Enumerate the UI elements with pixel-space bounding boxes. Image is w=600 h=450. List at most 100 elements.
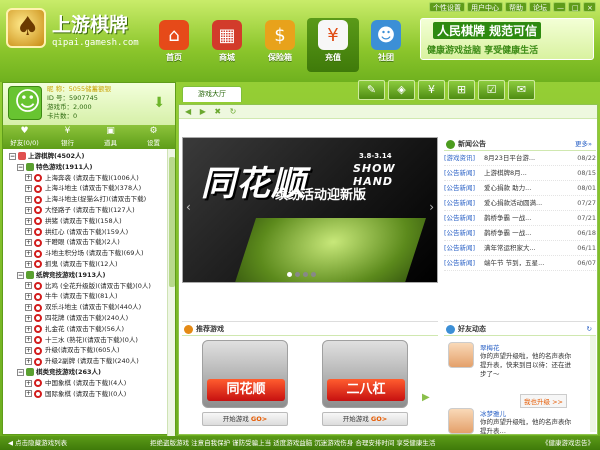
tree-game-item[interactable]: + 十三水 (熟花)(请双击下载)(0人) [9,335,175,346]
banner-dot[interactable] [311,272,316,277]
tab-bank[interactable]: ¥ 银行 [46,125,89,149]
tab-friends[interactable]: ♥ 好友(0/0) [3,125,46,149]
game-card[interactable]: 二八杠 开始游戏 GO> [322,340,412,430]
mail-icon[interactable]: ✉ [508,80,535,100]
banner-dot[interactable] [295,272,300,277]
tree-game-item[interactable]: + 拱猪 (请双击下载)(158人) [9,216,175,227]
expand-icon[interactable]: + [25,293,32,301]
tree-game-item[interactable]: + 斗地主积分场 (请双击下载)(69人) [9,248,175,259]
expand-icon[interactable]: + [25,379,32,387]
expand-icon[interactable]: + [25,217,32,225]
tree-game-item[interactable]: + 上海斗地主(捉猫么打)(请双击下载) [9,194,175,205]
news-item[interactable]: [游戏资讯] 8月23日平台游... 08/22 [444,151,596,166]
nav-shop[interactable]: ▦ 商城 [201,18,253,72]
expand-icon[interactable]: + [25,206,32,214]
yen-icon[interactable]: ¥ [418,80,445,100]
tab-props[interactable]: ▣ 道具 [89,125,132,149]
tree-game-item[interactable]: + 拱红心 (请双击下载)(159人) [9,227,175,238]
collapse-icon[interactable]: − [17,271,24,279]
banner-dot[interactable] [287,272,292,277]
news-item[interactable]: [公告新闻] 上游棋牌8月... 08/15 [444,166,596,181]
health-advice-link[interactable]: 《健康游戏忠告》 [542,436,594,450]
start-game-button[interactable]: 开始游戏 GO> [202,412,288,426]
shield-icon[interactable]: ◈ [388,80,415,100]
expand-icon[interactable]: + [25,358,32,366]
tree-game-item[interactable]: + 双乐斗地主 (请双击下载)(440人) [9,302,175,313]
tree-game-item[interactable]: + 中国象棋 (请双击下载)(4人) [9,378,175,389]
expand-icon[interactable]: + [25,304,32,312]
ad-banner[interactable]: 人民棋牌 规范可信 健康游戏益脑 享受健康生活 [420,18,594,60]
minimize-button[interactable]: — [553,2,566,12]
expand-icon[interactable]: + [25,390,32,398]
expand-icon[interactable]: + [25,325,32,333]
topbar-link[interactable]: 论坛 [529,2,551,12]
friend-avatar[interactable] [448,408,474,434]
friends-scrollbar[interactable] [590,336,596,432]
news-item[interactable]: [公告新闻] 鹊桥争霸 一战... 06/18 [444,226,596,241]
tree-game-item[interactable]: + 大怪路子 (请双击下载)(127人) [9,205,175,216]
tree-group-item[interactable]: − 棋类竞技游戏(263人) [9,367,175,378]
friend-name[interactable]: 翠梅花 [480,342,500,352]
news-item[interactable]: [公告新闻] 爱心捐款 助力... 08/01 [444,181,596,196]
news-item[interactable]: [公告新闻] 爱心捐款活动圆满... 07/27 [444,196,596,211]
collapse-icon[interactable]: − [17,368,24,376]
news-more-link[interactable]: 更多» [575,137,592,151]
tree-game-item[interactable]: + 升级2副牌 (请双击下载)(240人) [9,356,175,367]
scroll-thumb[interactable] [169,157,175,287]
game-art[interactable]: 同花顺 [202,340,288,408]
expand-icon[interactable]: + [25,228,32,236]
collapse-icon[interactable]: − [9,152,16,160]
expand-icon[interactable]: + [25,347,32,355]
game-art[interactable]: 二八杠 [322,340,408,408]
rec-next-icon[interactable]: ▶ [422,392,430,403]
download-arrow-icon[interactable]: ⬇ [153,95,165,111]
tree-game-item[interactable]: + 抓鬼 (请双击下载)(12人) [9,259,175,270]
expand-icon[interactable]: + [25,250,32,258]
tree-game-item[interactable]: + 四花牌 (请双击下载)(240人) [9,313,175,324]
nav-recharge[interactable]: ¥ 充值 [307,18,359,72]
expand-icon[interactable]: + [25,239,32,247]
avatar[interactable] [8,86,42,120]
tree-group-item[interactable]: − 特色游戏(1911人) [9,162,175,173]
tree-group-item[interactable]: − 上游棋牌(4502人) [9,151,175,162]
tree-game-item[interactable]: + 上海奔袭 (请双击下载)(1006人) [9,173,175,184]
nav-home[interactable]: ⌂ 首页 [148,18,200,72]
level-up-button[interactable]: 我也升级 >> [520,394,567,408]
browser-nav[interactable]: ◀ ▶ ✖ ↻ [179,105,597,119]
promo-banner[interactable]: 同花顺 3.8-3.14 SHOW HAND 缤纷活动迎新版 ‹ › [182,137,438,283]
expand-icon[interactable]: + [25,282,32,290]
topbar-link[interactable]: 个性设置 [429,2,465,12]
tab-game-lobby[interactable]: 游戏大厅 [182,86,242,102]
topbar-link[interactable]: 用户中心 [467,2,503,12]
banner-dot[interactable] [303,272,308,277]
nav-safe[interactable]: $ 保险箱 [254,18,306,72]
start-game-button[interactable]: 开始游戏 GO> [322,412,408,426]
close-button[interactable]: × [583,2,596,12]
tree-game-item[interactable]: + 国际象棋 (请双击下载)(0人) [9,389,175,400]
friend-avatar[interactable] [448,342,474,368]
banner-prev-icon[interactable]: ‹ [186,200,191,214]
notepad-icon[interactable]: ✎ [358,80,385,100]
friend-name[interactable]: 冰梦雅儿 [480,408,506,418]
news-item[interactable]: [公告新闻] 端午节 节到，五星... 06/07 [444,256,596,271]
gift-icon[interactable]: ⊞ [448,80,475,100]
tree-game-item[interactable]: + 干瞪眼 (请双击下载)(2人) [9,237,175,248]
tree-game-item[interactable]: + 牛牛 (请双击下载)(81人) [9,291,175,302]
news-item[interactable]: [公告新闻] 鹊桥争霸 一战... 07/21 [444,211,596,226]
check-icon[interactable]: ☑ [478,80,505,100]
nav-community[interactable]: ☻ 社团 [360,18,412,72]
game-card[interactable]: 同花顺 开始游戏 GO> [202,340,292,430]
expand-icon[interactable]: + [25,196,32,204]
tree-group-item[interactable]: − 纸牌竞技游戏(1913人) [9,270,175,281]
tab-settings[interactable]: ⚙ 设置 [132,125,175,149]
expand-icon[interactable]: + [25,185,32,193]
refresh-icon[interactable]: ↻ [587,322,592,336]
banner-next-icon[interactable]: › [429,200,434,214]
tree-game-item[interactable]: + 升级(请双击下载)(605人) [9,345,175,356]
expand-icon[interactable]: + [25,260,32,268]
collapse-icon[interactable]: − [17,163,24,171]
tree-game-item[interactable]: + 比鸡 (全花升级版)(请双击下载)(0人) [9,281,175,292]
tree-game-item[interactable]: + 上海斗地主 (请双击下载)(378人) [9,183,175,194]
tree-game-item[interactable]: + 扎金花 (请双击下载)(56人) [9,324,175,335]
news-item[interactable]: [公告新闻] 满年常运积家大... 06/11 [444,241,596,256]
